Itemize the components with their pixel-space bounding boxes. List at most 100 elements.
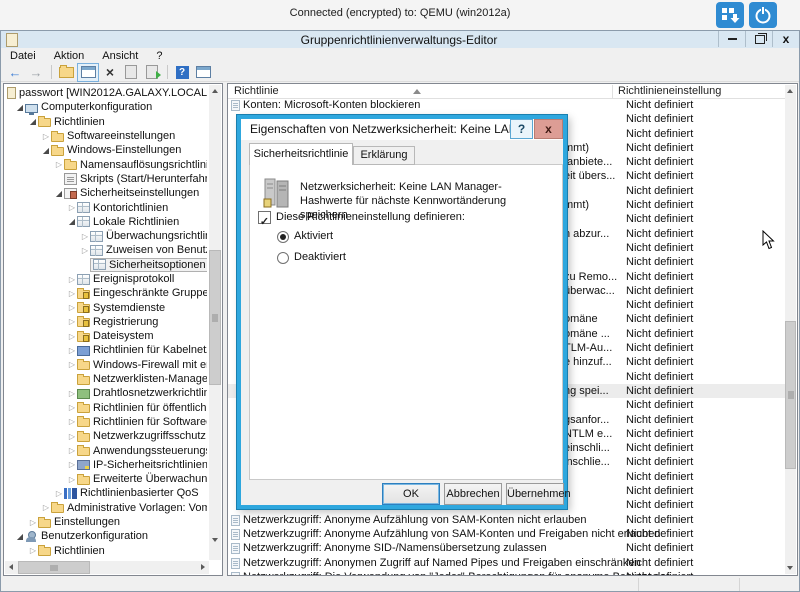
tree-item[interactable]: ▷Kontorichtlinien <box>5 200 207 214</box>
scroll-up-icon[interactable] <box>212 89 218 93</box>
console-window-icon[interactable] <box>193 64 213 81</box>
tree-item[interactable]: ◢Sicherheitseinstellungen <box>5 186 207 200</box>
policy-row[interactable]: Netzwerkzugriff: Die Verwendung von "Jed… <box>228 570 786 575</box>
tree-item[interactable]: ▷IP-Sicherheitsrichtlinien a <box>5 458 207 472</box>
collapse-arrow-icon[interactable]: ◢ <box>54 189 64 198</box>
expand-arrow-icon[interactable]: ▷ <box>67 203 77 212</box>
tree-item[interactable]: ▷Richtlinien für Softwareeir <box>5 415 207 429</box>
define-setting-label[interactable]: Diese Richtlinieneinstellung definieren: <box>276 211 465 223</box>
tree-item[interactable]: ▷Einstellungen <box>5 515 207 529</box>
radio-aktiviert-label[interactable]: Aktiviert <box>294 230 333 242</box>
dialog-help-button[interactable]: ? <box>510 119 533 139</box>
tree-item[interactable]: ◢Lokale Richtlinien <box>5 215 207 229</box>
scroll-up-icon[interactable] <box>787 89 793 93</box>
policy-row[interactable]: Netzwerkzugriff: Anonyme Aufzählung von … <box>228 527 786 541</box>
policy-row[interactable]: Netzwerkzugriff: Anonymen Zugriff auf Na… <box>228 556 786 570</box>
tree-item[interactable]: ▷Drahtlosnetzwerkrichtlinie <box>5 386 207 400</box>
policy-row[interactable]: Netzwerkzugriff: Anonyme SID-/Namensüber… <box>228 541 786 555</box>
expand-arrow-icon[interactable]: ▷ <box>41 132 51 141</box>
expand-arrow-icon[interactable]: ▷ <box>28 518 38 527</box>
radio-deaktiviert[interactable] <box>277 252 289 264</box>
restore-button[interactable] <box>745 31 773 47</box>
tree-item[interactable]: ▷Richtlinien für öffentliche <box>5 401 207 415</box>
tree-item[interactable]: ◢Benutzerkonfiguration <box>5 529 207 543</box>
power-button[interactable] <box>749 2 777 28</box>
tree-item[interactable]: ◢Richtlinien <box>5 115 207 129</box>
tree-scrollbar-thumb[interactable] <box>209 250 221 385</box>
tree-item[interactable]: passwort [WIN2012A.GALAXY.LOCAL] Richt <box>5 86 207 100</box>
tab-sicherheitsrichtlinie[interactable]: Sicherheitsrichtlinie <box>249 143 353 165</box>
tree-item[interactable]: ▷Softwareeinstellungen <box>5 129 207 143</box>
expand-arrow-icon[interactable]: ▷ <box>67 317 77 326</box>
tree-item[interactable]: ▷Richtlinien <box>5 544 207 558</box>
collapse-arrow-icon[interactable]: ◢ <box>67 217 77 226</box>
expand-arrow-icon[interactable]: ▷ <box>67 460 77 469</box>
tree-item[interactable]: ▷Anwendungssteuerungsri <box>5 443 207 457</box>
column-header-richtlinieneinstellung[interactable]: Richtlinieneinstellung <box>618 85 721 97</box>
radio-deaktiviert-label[interactable]: Deaktiviert <box>294 251 346 263</box>
scroll-right-icon[interactable] <box>201 564 205 570</box>
tree-item[interactable]: ▷Netzwerkzugriffsschutz <box>5 429 207 443</box>
collapse-arrow-icon[interactable]: ◢ <box>41 146 51 155</box>
expand-arrow-icon[interactable]: ▷ <box>41 503 51 512</box>
minimize-button[interactable] <box>718 31 746 47</box>
expand-arrow-icon[interactable]: ▷ <box>67 475 77 484</box>
close-button[interactable]: x <box>772 31 799 47</box>
expand-arrow-icon[interactable]: ▷ <box>67 303 77 312</box>
scroll-down-icon[interactable] <box>787 566 793 570</box>
expand-arrow-icon[interactable]: ▷ <box>67 403 77 412</box>
scroll-down-icon[interactable] <box>212 538 218 542</box>
tree-horizontal-scrollbar[interactable] <box>5 561 209 574</box>
delete-icon[interactable] <box>100 64 120 81</box>
cancel-button[interactable]: Abbrechen <box>444 483 502 505</box>
tree-item[interactable]: ▷Eingeschränkte Gruppen <box>5 286 207 300</box>
forward-icon[interactable] <box>26 64 46 81</box>
expand-arrow-icon[interactable]: ▷ <box>80 232 90 241</box>
tree-item[interactable]: ▷Zuweisen von Benutze <box>5 243 207 257</box>
tree-scrollbar-hthumb[interactable] <box>18 561 90 574</box>
menu-help[interactable]: ? <box>147 50 171 62</box>
column-header-richtlinie[interactable]: Richtlinie <box>234 85 279 97</box>
expand-arrow-icon[interactable]: ▷ <box>67 289 77 298</box>
radio-aktiviert[interactable] <box>277 231 289 243</box>
help-icon[interactable]: ? <box>172 64 192 81</box>
expand-arrow-icon[interactable]: ▷ <box>54 160 64 169</box>
expand-arrow-icon[interactable]: ▷ <box>67 432 77 441</box>
tree-vertical-scrollbar[interactable] <box>209 85 221 560</box>
tab-erklaerung[interactable]: Erklärung <box>353 146 415 165</box>
tree-item[interactable]: Sicherheitsoptionen <box>5 258 207 272</box>
menu-datei[interactable]: Datei <box>1 50 45 62</box>
tree-item[interactable]: ▷Dateisystem <box>5 329 207 343</box>
tree-item[interactable]: Skripts (Start/Herunterfahren) <box>5 172 207 186</box>
policy-row[interactable]: Konten: Microsoft-Konten blockierenNicht… <box>228 98 786 112</box>
list-vertical-scrollbar[interactable] <box>785 85 796 574</box>
expand-arrow-icon[interactable]: ▷ <box>54 489 64 498</box>
apply-button[interactable]: Übernehmen <box>506 483 564 505</box>
tree-item[interactable]: ◢Computerkonfiguration <box>5 100 207 114</box>
expand-arrow-icon[interactable]: ▷ <box>67 346 77 355</box>
expand-arrow-icon[interactable]: ▷ <box>67 275 77 284</box>
expand-arrow-icon[interactable]: ▷ <box>67 417 77 426</box>
expand-arrow-icon[interactable]: ▷ <box>67 360 77 369</box>
menu-ansicht[interactable]: Ansicht <box>93 50 147 62</box>
tree-item[interactable]: ▷Richtlinien für Kabelnetzw <box>5 343 207 357</box>
collapse-arrow-icon[interactable]: ◢ <box>15 532 25 541</box>
expand-arrow-icon[interactable]: ▷ <box>67 446 77 455</box>
policy-row[interactable]: Netzwerkzugriff: Anonyme Aufzählung von … <box>228 513 786 527</box>
dialog-close-button[interactable]: x <box>534 119 563 139</box>
ok-button[interactable]: OK <box>382 483 440 505</box>
column-separator[interactable] <box>612 85 613 98</box>
expand-arrow-icon[interactable]: ▷ <box>67 332 77 341</box>
expand-arrow-icon[interactable]: ▷ <box>28 546 38 555</box>
tree-item[interactable]: ▷Einstellungen <box>5 558 207 559</box>
expand-arrow-icon[interactable]: ▷ <box>80 246 90 255</box>
define-setting-checkbox[interactable] <box>258 211 271 224</box>
tree-item[interactable]: ▷Registrierung <box>5 315 207 329</box>
tree-item[interactable]: ▷Überwachungsrichtlin <box>5 229 207 243</box>
tree-item[interactable]: Netzwerklisten-Manager- <box>5 372 207 386</box>
tree-item[interactable]: ▷Erweiterte Überwachungsr <box>5 472 207 486</box>
properties-icon[interactable] <box>121 64 141 81</box>
send-keys-button[interactable] <box>716 2 744 28</box>
expand-arrow-icon[interactable]: ▷ <box>67 389 77 398</box>
list-scrollbar-thumb[interactable] <box>785 321 796 469</box>
